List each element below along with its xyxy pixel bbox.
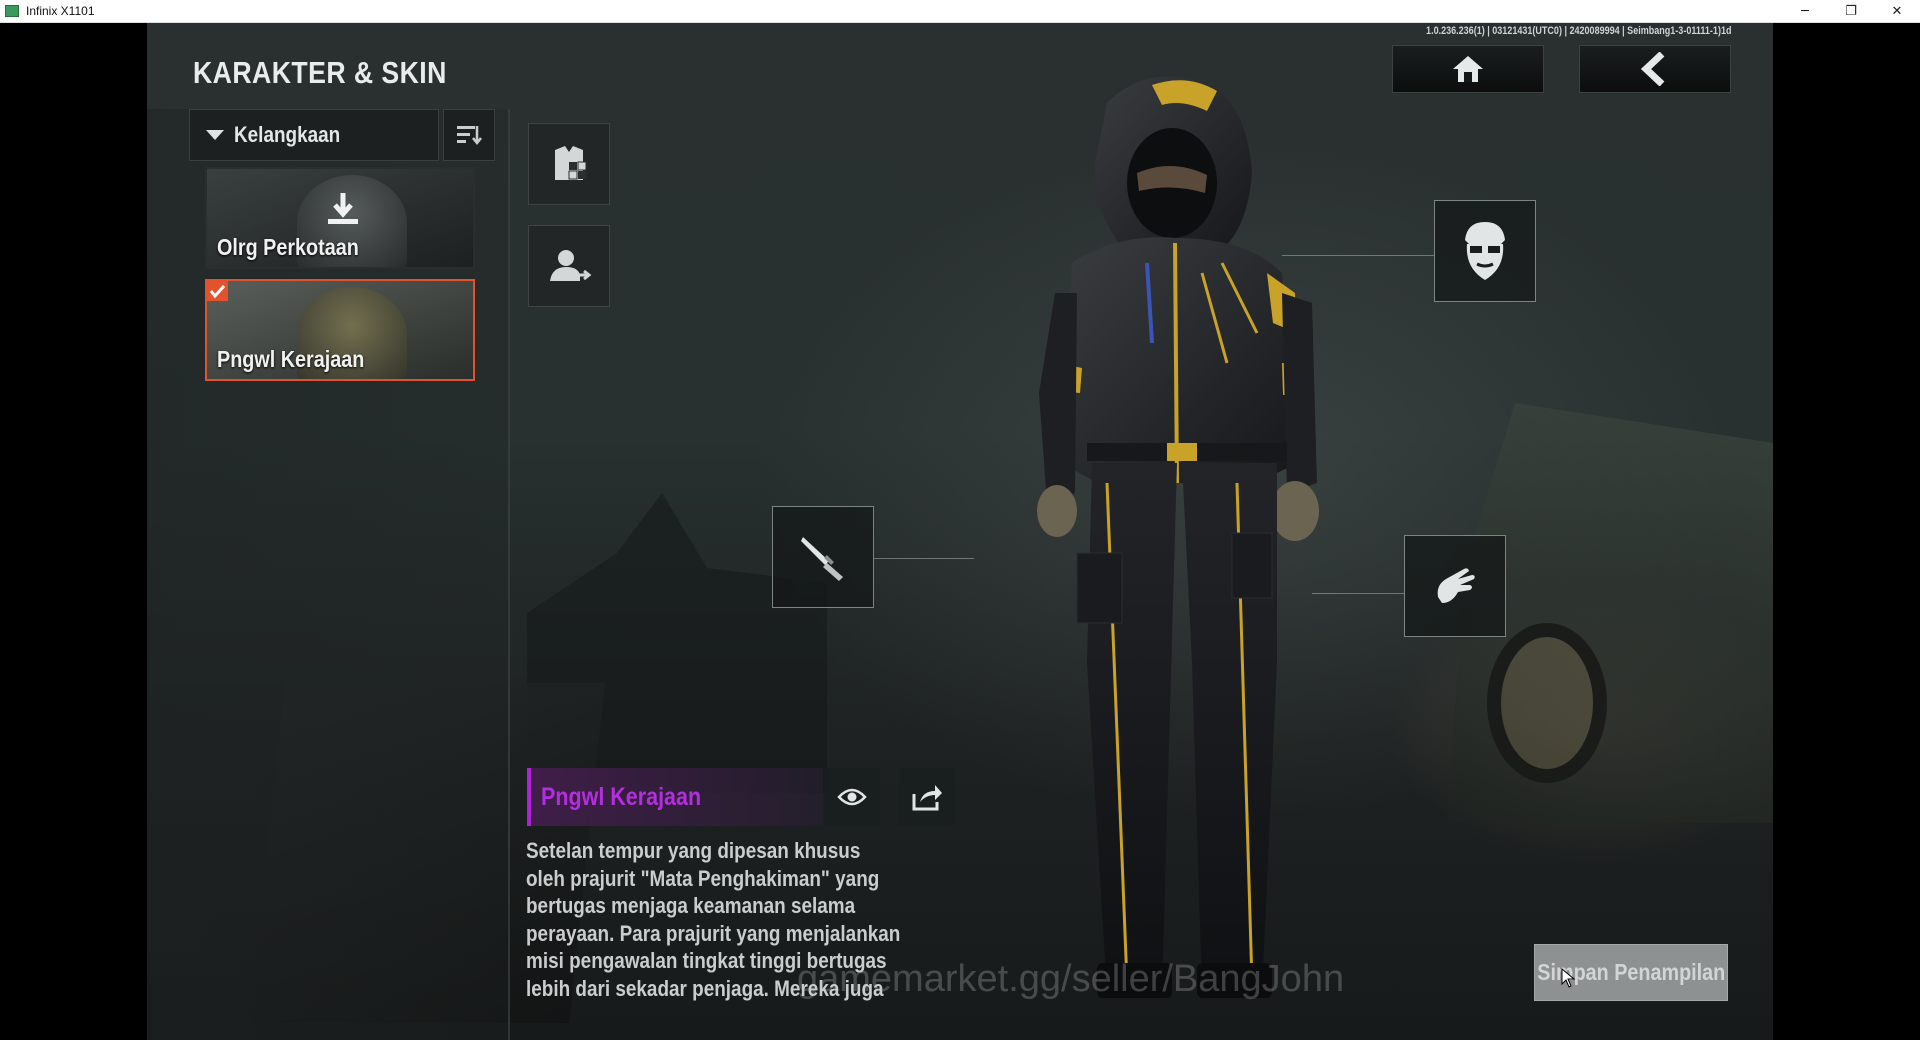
share-button[interactable] — [899, 768, 955, 826]
share-icon — [912, 785, 942, 811]
back-arrow-icon — [1640, 52, 1665, 86]
eye-icon — [837, 788, 867, 806]
item-name-banner: Pngwl Kerajaan — [527, 768, 823, 826]
sort-label: Kelangkaan — [234, 122, 341, 147]
slot-connector — [874, 558, 974, 559]
minimize-button[interactable]: ─ — [1782, 0, 1828, 23]
page-title: KARAKTER & SKIN — [193, 55, 447, 90]
mask-icon — [1465, 222, 1505, 280]
chevron-down-icon — [206, 130, 224, 140]
skin-name: Olrg Perkotaan — [217, 234, 359, 260]
home-icon — [1453, 56, 1483, 82]
version-info: 1.0.236.236(1) | 03121431(UTC0) | 242008… — [1425, 25, 1731, 37]
character-swap-icon — [550, 250, 592, 281]
outfit-icon — [555, 146, 587, 180]
skin-card-olrg-perkotaan[interactable]: Olrg Perkotaan — [205, 167, 475, 269]
app-icon — [5, 5, 19, 17]
outfit-category-button[interactable] — [528, 123, 610, 205]
restore-button[interactable]: ❐ — [1828, 0, 1874, 23]
preview-button[interactable] — [824, 768, 880, 826]
skin-name: Pngwl Kerajaan — [217, 346, 365, 372]
checkmark-icon — [207, 281, 228, 301]
skin-card-pngwl-kerajaan[interactable]: Pngwl Kerajaan — [205, 279, 475, 381]
character-model[interactable] — [977, 63, 1397, 1023]
sort-icon — [457, 126, 482, 146]
gloves-slot[interactable] — [1404, 535, 1506, 637]
panel-divider — [508, 109, 510, 1040]
character-swap-button[interactable] — [528, 225, 610, 307]
knife-icon — [801, 537, 843, 581]
window-titlebar: Infinix X1101 ─ ❐ ✕ — [0, 0, 1920, 23]
mouse-cursor-icon — [1561, 968, 1575, 988]
slot-connector — [1312, 593, 1404, 594]
game-viewport: KARAKTER & SKIN 1.0.236.236(1) | 0312143… — [147, 23, 1773, 1040]
download-icon — [328, 193, 358, 224]
window-title: Infinix X1101 — [26, 4, 95, 18]
back-button[interactable] — [1579, 45, 1731, 93]
item-name: Pngwl Kerajaan — [541, 782, 702, 811]
sort-order-button[interactable] — [443, 109, 495, 161]
sort-dropdown[interactable]: Kelangkaan — [189, 109, 439, 161]
glove-icon — [1437, 568, 1475, 603]
background-wheel — [1487, 623, 1607, 783]
window-controls: ─ ❐ ✕ — [1782, 0, 1920, 23]
home-button[interactable] — [1392, 45, 1544, 93]
watermark: gamemarket.gg/seller/BangJohn — [797, 958, 1345, 1000]
close-button[interactable]: ✕ — [1874, 0, 1920, 23]
headwear-slot[interactable] — [1434, 200, 1536, 302]
slot-connector — [1282, 255, 1434, 256]
melee-slot[interactable] — [772, 506, 874, 608]
